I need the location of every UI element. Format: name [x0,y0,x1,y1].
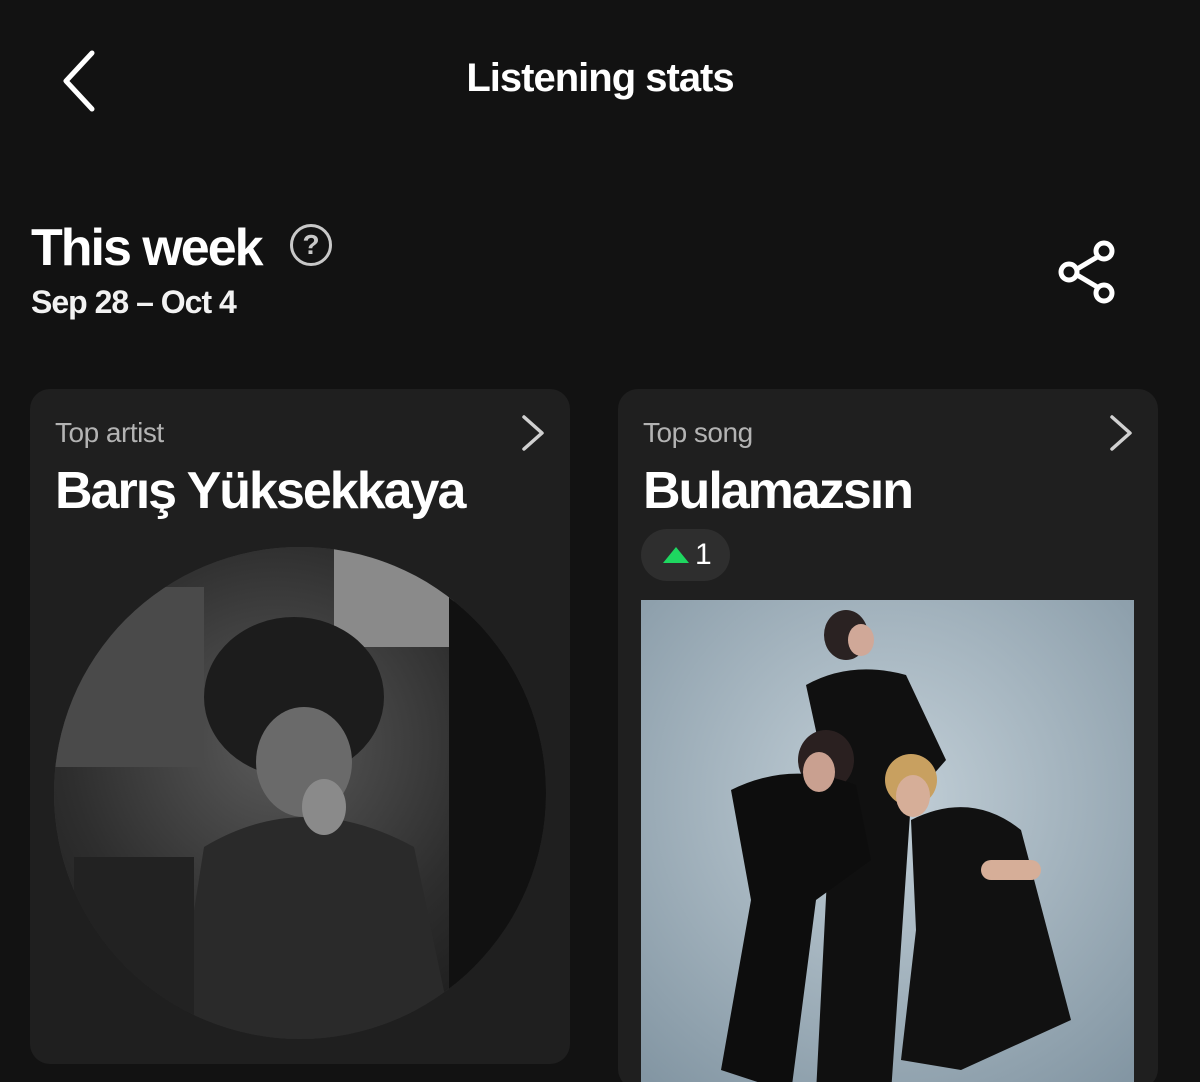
top-song-card[interactable]: Top song Bulamazsın 1 [618,389,1158,1082]
artist-photo [54,547,546,1039]
share-button[interactable] [1052,236,1124,308]
page-title: Listening stats [466,56,734,100]
chevron-right-icon [1110,415,1132,451]
rank-change-badge: 1 [641,529,730,581]
song-cover [641,600,1134,1082]
date-range: Sep 28 – Oct 4 [31,284,237,320]
rank-change-value: 1 [695,538,712,571]
help-button[interactable]: ? [290,224,332,266]
share-icon [1058,240,1115,304]
section-title: This week [31,219,264,277]
top-artist-label: Top artist [55,417,164,448]
top-song-name: Bulamazsın [643,462,914,520]
listening-stats-screen: Listening stats This week ? Sep 28 – Oct… [0,0,1200,1082]
top-artist-name: Barış Yüksekkaya [55,462,466,520]
question-mark-icon: ? [302,229,320,260]
top-song-label: Top song [643,417,753,448]
top-artist-card[interactable]: Top artist Barış Yüksekkaya [30,389,570,1064]
arrow-up-icon [663,547,689,563]
chevron-right-icon [522,415,544,451]
